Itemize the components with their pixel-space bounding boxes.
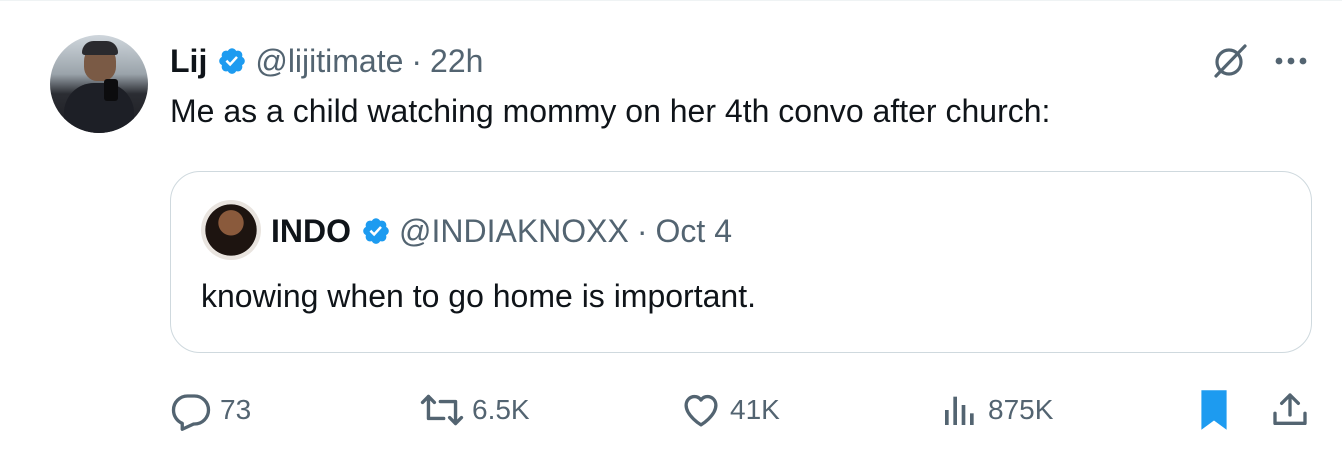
bookmark-icon xyxy=(1196,388,1232,432)
header-separator: · xyxy=(411,42,423,79)
tweet-timestamp[interactable]: 22h xyxy=(430,43,483,80)
quoted-header-separator: · xyxy=(636,212,648,249)
verified-badge-icon xyxy=(361,216,391,246)
reply-count: 73 xyxy=(220,394,252,425)
quoted-tweet-header: INDO @INDIAKNOXX · Oct 4 xyxy=(271,210,732,252)
quoted-tweet-date[interactable]: Oct 4 xyxy=(656,213,732,250)
views-button[interactable]: 875K xyxy=(940,387,1053,433)
tweet-header: Lij @lijitimate · 22h xyxy=(170,39,483,83)
like-button[interactable]: 41K xyxy=(680,387,780,433)
repost-count: 6.5K xyxy=(472,394,530,425)
more-icon[interactable] xyxy=(1274,56,1308,66)
tweet-text: Me as a child watching mommy on her 4th … xyxy=(170,93,1051,129)
share-icon xyxy=(1270,389,1310,431)
tweet-top-actions xyxy=(1210,41,1308,81)
heart-icon xyxy=(680,389,722,431)
quoted-author-name[interactable]: INDO xyxy=(271,213,351,250)
verified-badge-icon xyxy=(217,46,247,76)
share-button[interactable] xyxy=(1270,387,1310,433)
author-avatar[interactable] xyxy=(50,35,148,133)
author-handle[interactable]: @lijitimate xyxy=(255,43,403,80)
tweet-card[interactable]: Lij @lijitimate · 22h Me as a child watc xyxy=(0,0,1342,462)
repost-icon xyxy=(420,389,464,431)
reply-button[interactable]: 73 xyxy=(170,387,251,433)
like-count: 41K xyxy=(730,394,780,425)
avatar-phone-shape xyxy=(104,79,118,101)
quoted-author-avatar[interactable] xyxy=(201,200,261,260)
quoted-tweet[interactable]: INDO @INDIAKNOXX · Oct 4 knowing when to… xyxy=(170,171,1312,353)
repost-button[interactable]: 6.5K xyxy=(420,387,530,433)
views-icon xyxy=(940,389,980,431)
reply-icon xyxy=(170,389,212,431)
avatar-body-shape xyxy=(64,83,134,133)
author-name[interactable]: Lij xyxy=(170,43,207,80)
bookmark-button[interactable] xyxy=(1196,387,1232,433)
quoted-tweet-text: knowing when to go home is important. xyxy=(201,278,756,314)
quoted-author-handle[interactable]: @INDIAKNOXX xyxy=(399,213,629,250)
avatar-cap-shape xyxy=(82,41,118,55)
tweet-action-bar: 73 6.5K 41K 875K xyxy=(170,387,1312,433)
views-count: 875K xyxy=(988,394,1054,425)
grok-icon[interactable] xyxy=(1210,41,1250,81)
